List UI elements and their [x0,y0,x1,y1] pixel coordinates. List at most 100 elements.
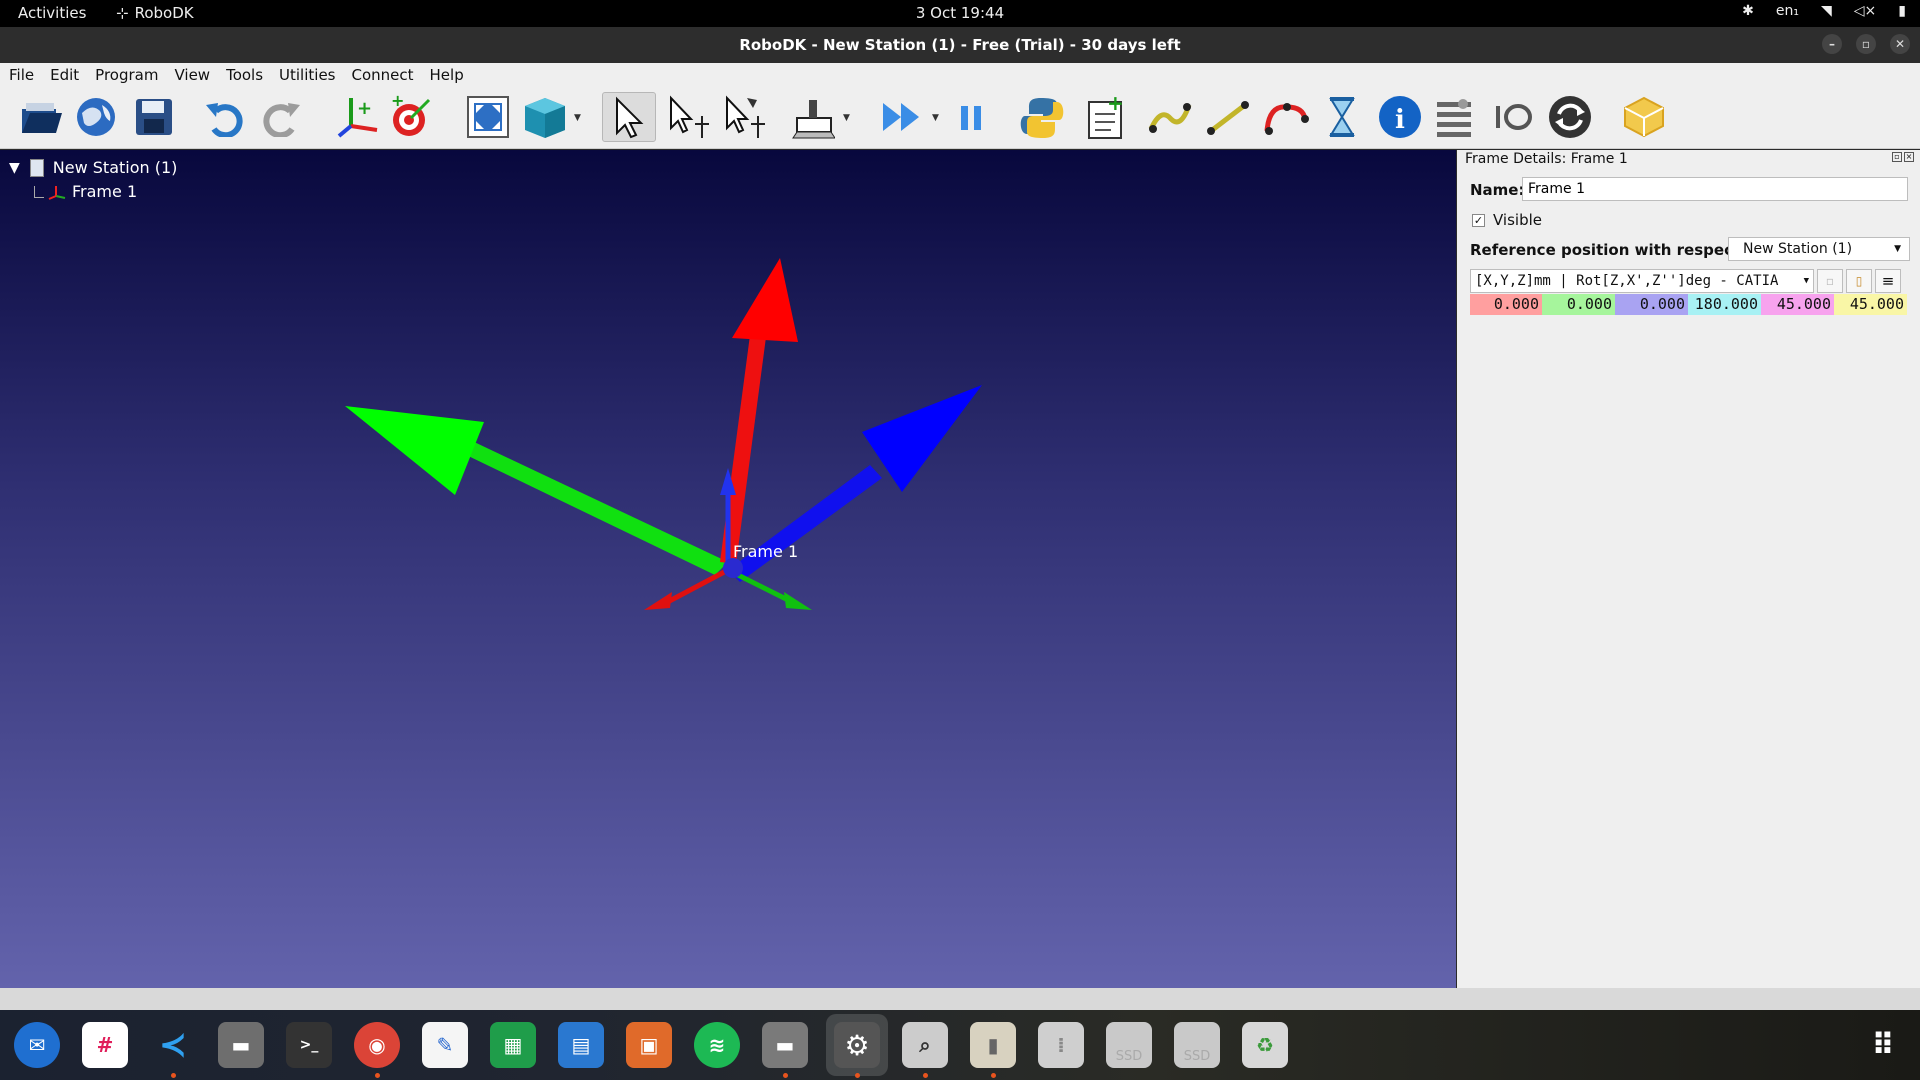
save-icon[interactable] [130,92,178,142]
menu-tools[interactable]: Tools [217,66,270,84]
web-library-icon[interactable] [72,92,120,142]
float-panel-icon[interactable]: ▫ [1892,152,1902,162]
terminal-icon[interactable]: >_ [286,1022,332,1068]
python-icon[interactable] [1018,92,1066,142]
copy-pose-icon[interactable]: ▫ [1817,269,1843,293]
svg-text:+: + [391,94,404,110]
show-apps-icon[interactable]: ⠿ [1860,1022,1906,1068]
spotify-icon[interactable]: ≋ [694,1022,740,1068]
impress-icon[interactable]: ▣ [626,1022,672,1068]
tool-dropdown-icon[interactable]: ▼ [843,113,850,123]
select-icon[interactable] [602,92,656,142]
reference-select[interactable]: New Station (1) ▼ [1728,237,1910,261]
value-z[interactable]: 0.000 [1615,294,1688,315]
archive-icon[interactable]: ▮ [970,1022,1016,1068]
frame-1-axes[interactable] [0,150,1456,988]
activities-button[interactable]: Activities [18,4,86,22]
ssd-2-icon[interactable]: SSD [1174,1022,1220,1068]
move-reference-icon[interactable] [664,92,712,142]
dock: ✉ # ≺ ▬ >_ ◉ ✎ ▦ ▤ ▣ ≋ ▬ ⚙ ⌕ ▮ ⁞ SSD SSD… [0,1010,1920,1080]
vscode-icon[interactable]: ≺ [150,1022,196,1068]
wifi-icon[interactable]: ◥ [1821,3,1832,19]
menu-icon[interactable]: ≡ [1875,269,1901,293]
undo-icon[interactable] [200,92,248,142]
files-icon[interactable]: ▬ [218,1022,264,1068]
view-iso-icon[interactable] [520,92,568,142]
chrome-icon[interactable]: ◉ [354,1022,400,1068]
menu-help[interactable]: Help [421,66,471,84]
set-io-icon[interactable] [1432,92,1480,142]
menu-file[interactable]: File [0,66,41,84]
add-tool-icon[interactable] [788,92,836,142]
add-reference-frame-icon[interactable]: + [332,92,380,142]
maximize-button[interactable]: ▫ [1856,34,1876,54]
name-field[interactable] [1522,177,1908,201]
menu-connect[interactable]: Connect [343,66,421,84]
add-program-icon[interactable]: + [1082,92,1130,142]
app-menu[interactable]: ⊹ RoboDK [116,4,194,22]
svg-text:+: + [1107,94,1124,115]
text-editor-icon[interactable]: ✎ [422,1022,468,1068]
pause-icon[interactable] [948,92,996,142]
move-tool-icon[interactable] [720,92,768,142]
move-linear-icon[interactable] [1204,92,1252,142]
trash-icon[interactable]: ♻ [1242,1022,1288,1068]
reference-select-value: New Station (1) [1743,241,1853,257]
fit-all-icon[interactable] [464,92,512,142]
move-circular-icon[interactable] [1262,92,1310,142]
value-rx[interactable]: 45.000 [1761,294,1834,315]
open-icon[interactable] [16,92,64,142]
visible-checkbox[interactable]: ✓ [1472,213,1485,227]
simulation-dropdown-icon[interactable]: ▼ [932,113,939,123]
value-x[interactable]: 0.000 [1470,294,1542,315]
pause-instruction-icon[interactable] [1318,92,1366,142]
call-program-icon[interactable] [1546,92,1594,142]
panel-title: Frame Details: Frame 1 [1465,151,1628,167]
running-indicator [375,1073,380,1078]
message-icon[interactable]: i [1376,92,1424,142]
move-joint-icon[interactable] [1146,92,1194,142]
menu-edit[interactable]: Edit [41,66,86,84]
chevron-down-icon: ▼ [1803,276,1809,286]
system-tray[interactable]: ✱ en₁ ◥ ◁× ▮ [1742,3,1906,19]
close-panel-icon[interactable]: × [1904,152,1914,162]
paste-pose-icon[interactable]: ▯ [1846,269,1872,293]
battery-icon[interactable]: ▮ [1898,3,1906,19]
keyboard-layout[interactable]: en₁ [1776,3,1799,19]
menu-program[interactable]: Program [86,66,165,84]
slack-icon[interactable]: # [82,1022,128,1068]
value-rz2[interactable]: 45.000 [1834,294,1907,315]
tree-expand-icon[interactable]: ▼ [9,160,20,176]
value-y[interactable]: 0.000 [1542,294,1615,315]
pose-format-select[interactable]: [X,Y,Z]mm | Rot[Z,X',Z'']deg - CATIA ▼ [1470,269,1814,293]
ssd-icon[interactable]: SSD [1106,1022,1152,1068]
files-2-icon[interactable]: ▬ [762,1022,808,1068]
image-viewer-icon[interactable]: ⌕ [902,1022,948,1068]
close-button[interactable]: ✕ [1890,34,1910,54]
disk-icon[interactable]: ⁞ [1038,1022,1084,1068]
collision-icon[interactable] [1620,92,1668,142]
reference-label: Reference position with respect to: [1470,241,1769,259]
minimize-button[interactable]: – [1822,34,1842,54]
add-target-icon[interactable]: + [388,92,436,142]
tree-item-label: New Station (1) [52,158,178,177]
spreadsheet-icon[interactable]: ▦ [490,1022,536,1068]
run-simulation-icon[interactable] [878,92,926,142]
menu-utilities[interactable]: Utilities [270,66,342,84]
value-rz[interactable]: 180.000 [1688,294,1761,315]
io-icon[interactable] [1490,92,1538,142]
writer-icon[interactable]: ▤ [558,1022,604,1068]
tree-item-station[interactable]: ▼ New Station (1) [9,158,177,177]
view-dropdown-icon[interactable]: ▼ [574,113,581,123]
thunderbird-icon[interactable]: ✉ [14,1022,60,1068]
bluetooth-icon[interactable]: ✱ [1742,3,1754,19]
settings-icon[interactable]: ⚙ [834,1022,880,1068]
clock[interactable]: 3 Oct 19:44 [0,4,1920,22]
running-indicator [991,1073,996,1078]
3d-viewport[interactable]: Frame 1 ▼ New Station (1) Frame 1 [0,150,1456,988]
redo-icon[interactable] [258,92,306,142]
menu-view[interactable]: View [165,66,217,84]
tree-item-frame-1[interactable]: Frame 1 [34,182,137,201]
visible-checkbox-row[interactable]: ✓ Visible [1472,211,1542,229]
volume-icon[interactable]: ◁× [1854,3,1877,19]
